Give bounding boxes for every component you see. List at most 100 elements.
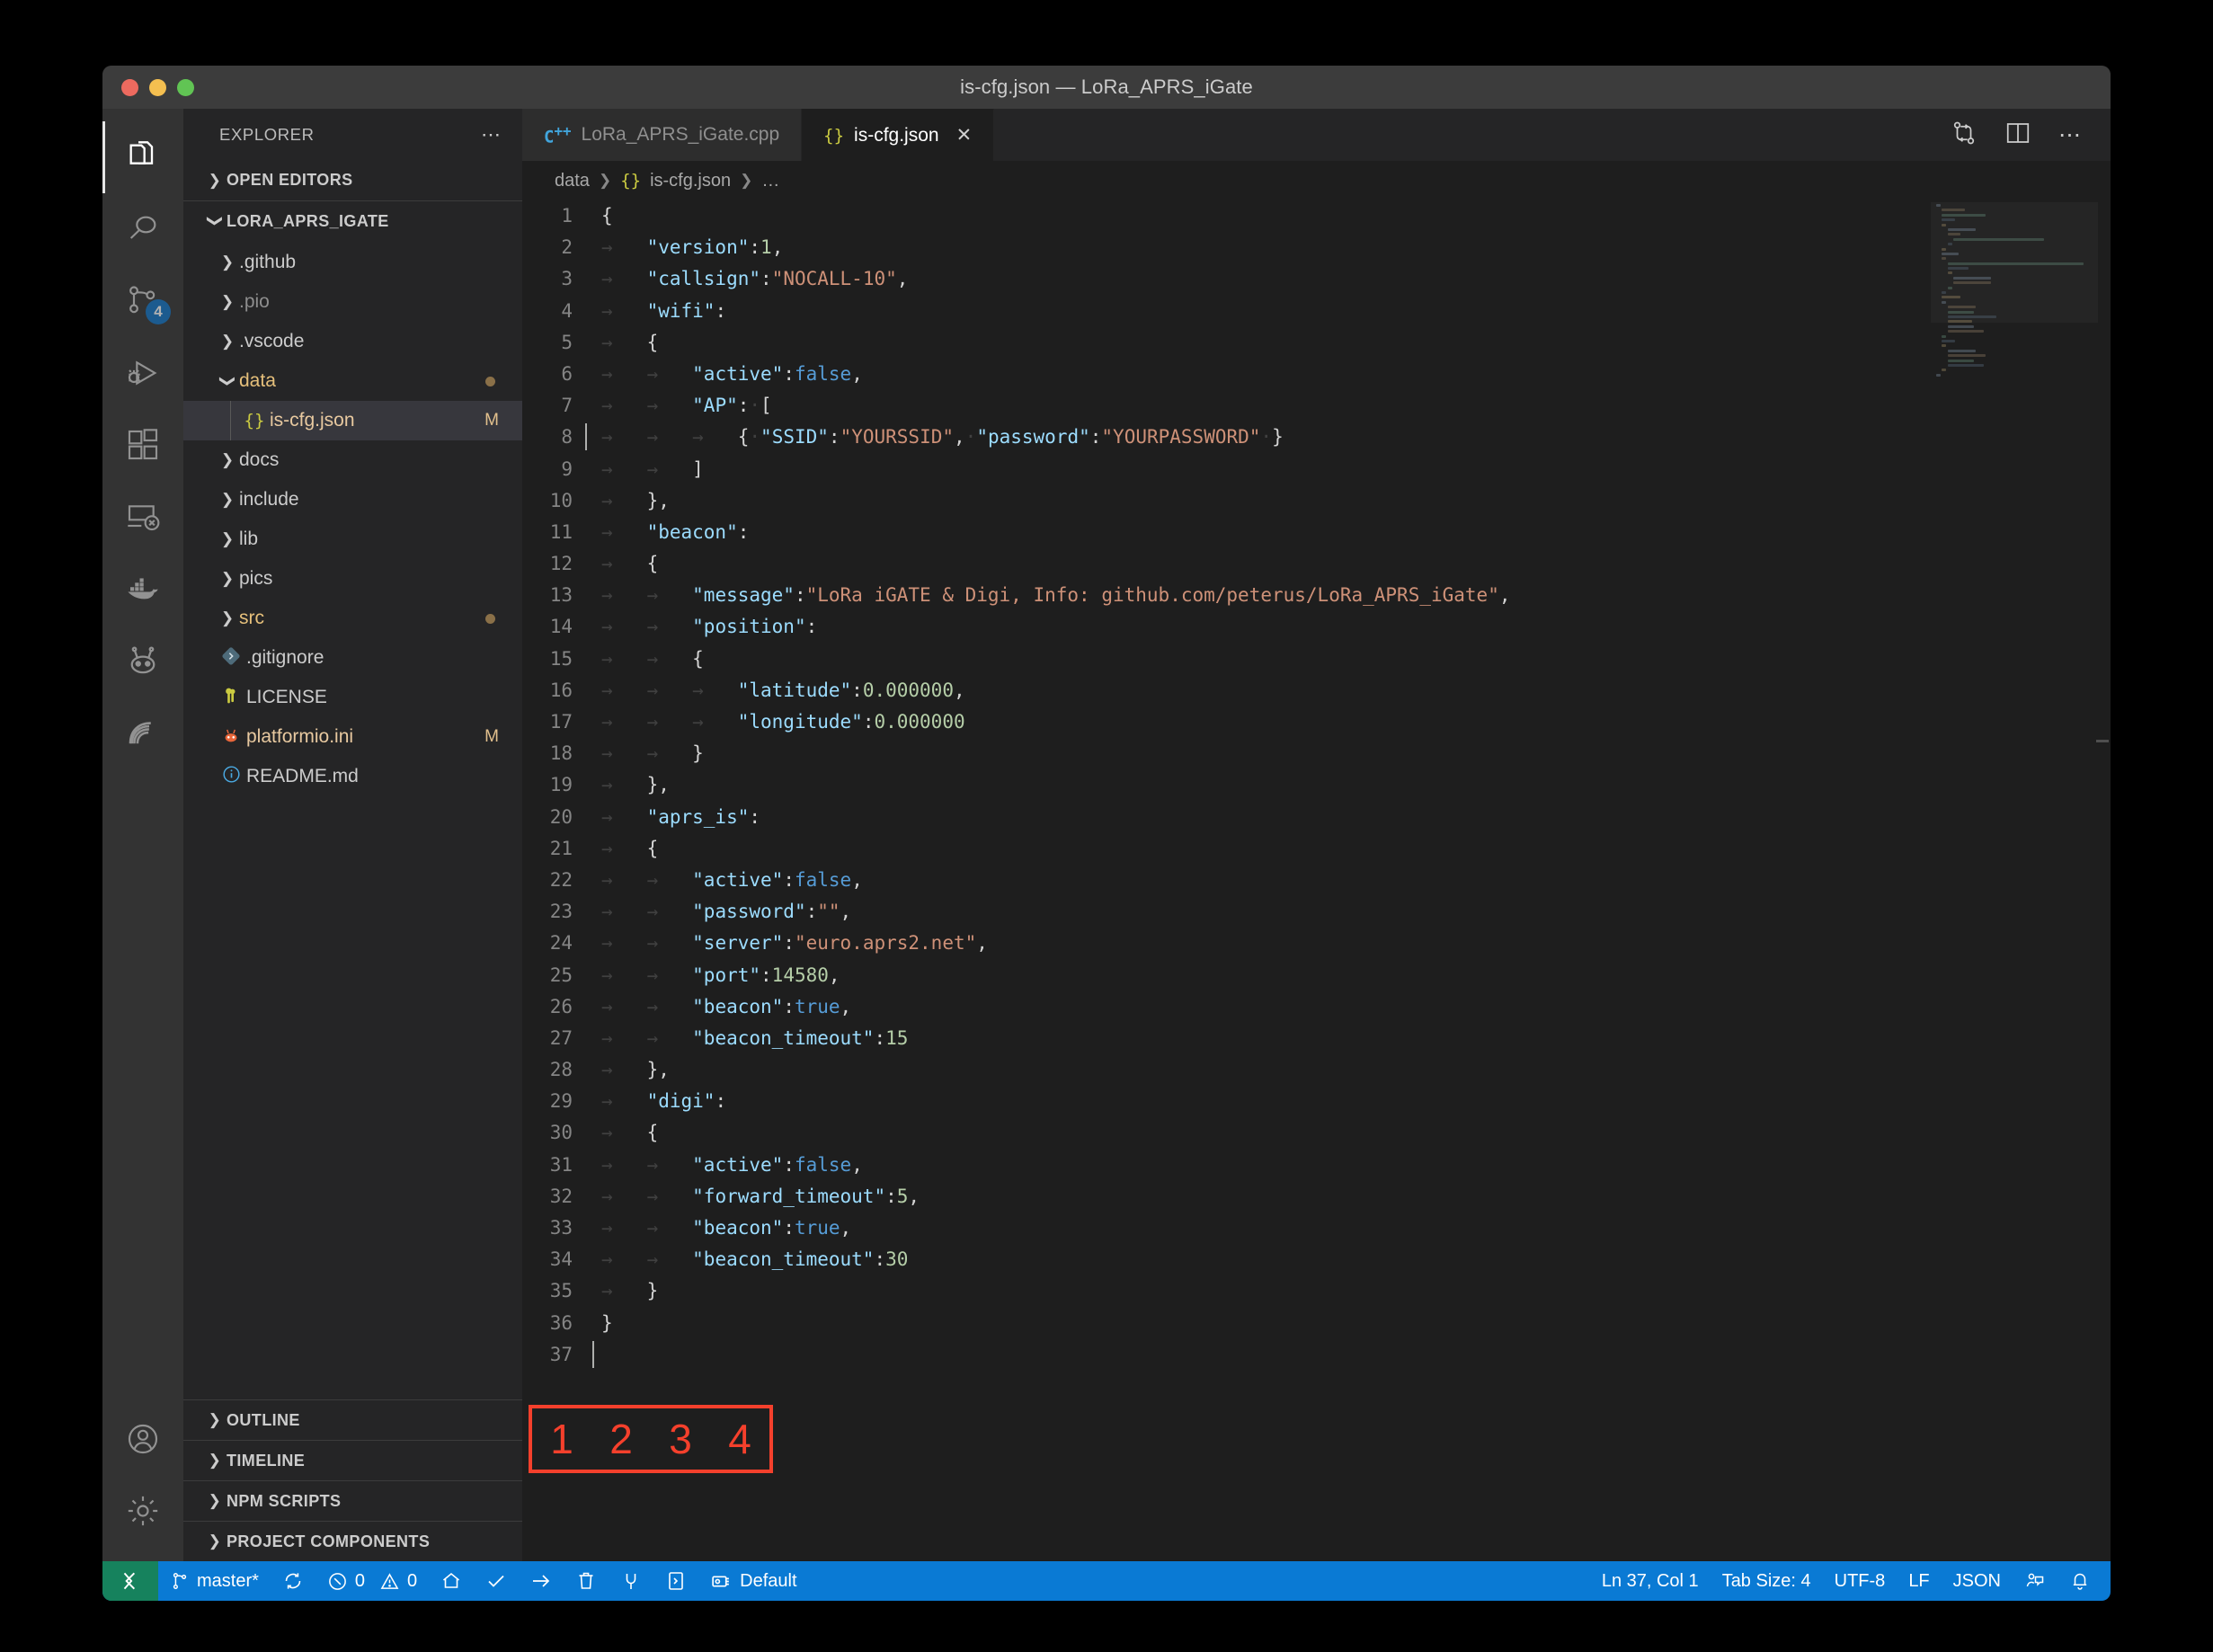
tree-item-include[interactable]: ❯ include	[183, 480, 522, 520]
editor-more-actions-icon[interactable]: ⋯	[2058, 121, 2084, 148]
code-line[interactable]: 23 → → "password":"",	[522, 896, 2111, 928]
breadcrumb-symbol[interactable]: …	[761, 171, 779, 191]
chevron-right-icon[interactable]: ❯	[216, 570, 239, 588]
code-line[interactable]: 33 → → "beacon":true,	[522, 1212, 2111, 1244]
code-line[interactable]: 31 → → "active":false,	[522, 1150, 2111, 1181]
code-line[interactable]: 35 → }	[522, 1275, 2111, 1307]
tree-item-is-cfg-json[interactable]: {} is-cfg.json M	[183, 401, 522, 440]
status-sync-icon[interactable]	[271, 1561, 316, 1601]
code-line[interactable]: 22 → → "active":false,	[522, 865, 2111, 896]
code-line[interactable]: 14 → → "position":	[522, 611, 2111, 643]
code-line[interactable]: 15 → → {	[522, 644, 2111, 675]
section-open-editors[interactable]: ❯ OPEN EDITORS	[183, 160, 522, 200]
activity-settings-gear-icon[interactable]	[102, 1475, 183, 1547]
split-editor-icon[interactable]	[2004, 120, 2031, 151]
status-pio-env[interactable]: Default	[698, 1561, 808, 1601]
code-line[interactable]: 1{	[522, 200, 2111, 232]
tab-lora-aprs-igate-cpp[interactable]: C++ LoRa_APRS_iGate.cpp	[522, 109, 803, 161]
section-outline[interactable]: ❯ OUTLINE	[183, 1399, 522, 1440]
activity-search-icon[interactable]	[102, 193, 183, 265]
code-line[interactable]: 27 → → "beacon_timeout":15	[522, 1023, 2111, 1054]
code-line[interactable]: 34 → → "beacon_timeout":30	[522, 1244, 2111, 1275]
code-editor[interactable]: 1{2 → "version":1, 3 → "callsign":"NOCALL-1…	[522, 200, 2111, 1561]
code-line[interactable]: 8 → → → {·"SSID":"YOURSSID",·"password":"…	[522, 422, 2111, 453]
activity-accounts-icon[interactable]	[102, 1403, 183, 1475]
section-project-root[interactable]: ❯ LORA_APRS_IGATE	[183, 200, 522, 241]
status-feedback-icon[interactable]	[2013, 1561, 2057, 1601]
code-line[interactable]: 26 → → "beacon":true,	[522, 991, 2111, 1023]
status-notifications-bell-icon[interactable]	[2057, 1561, 2111, 1601]
code-line[interactable]: 9 → → ]	[522, 454, 2111, 485]
status-pio-build-icon[interactable]	[474, 1561, 519, 1601]
status-serial-monitor-plug-icon[interactable]	[609, 1561, 653, 1601]
activity-serial-monitor-icon[interactable]	[102, 697, 183, 768]
code-line[interactable]: 36}	[522, 1308, 2111, 1339]
code-line[interactable]: 18 → → }	[522, 738, 2111, 769]
code-line[interactable]: 17 → → → "longitude":0.000000	[522, 706, 2111, 738]
breadcrumb-folder[interactable]: data	[555, 171, 590, 191]
chevron-right-icon[interactable]: ❯	[216, 491, 239, 509]
chevron-right-icon[interactable]: ❯	[216, 253, 239, 271]
code-line[interactable]: 16 → → → "latitude":0.000000,	[522, 675, 2111, 706]
tree-item--vscode[interactable]: ❯ .vscode	[183, 322, 522, 361]
tree-item-readme-md[interactable]: README.md	[183, 757, 522, 796]
chevron-right-icon[interactable]: ❯	[216, 530, 239, 548]
tree-item-data[interactable]: ❯ data	[183, 361, 522, 401]
activity-remote-explorer-icon[interactable]	[102, 481, 183, 553]
code-line[interactable]: 24 → → "server":"euro.aprs2.net",	[522, 928, 2111, 959]
activity-docker-icon[interactable]	[102, 553, 183, 625]
code-line[interactable]: 32 → → "forward_timeout":5,	[522, 1181, 2111, 1212]
editor-scrollbar-thumb[interactable]	[2096, 740, 2109, 742]
code-line[interactable]: 25 → → "port":14580,	[522, 960, 2111, 991]
chevron-right-icon[interactable]: ❯	[216, 609, 239, 627]
section-project-components[interactable]: ❯ PROJECT COMPONENTS	[183, 1521, 522, 1561]
tree-item-src[interactable]: ❯ src	[183, 599, 522, 638]
status-language-mode[interactable]: JSON	[1942, 1561, 2013, 1601]
code-line[interactable]: 19 → },	[522, 769, 2111, 801]
chevron-right-icon[interactable]: ❯	[216, 293, 239, 311]
chevron-right-icon[interactable]: ❯	[216, 451, 239, 469]
breadcrumb-file[interactable]: is-cfg.json	[650, 171, 731, 191]
status-pio-terminal-icon[interactable]	[653, 1561, 698, 1601]
tree-item--pio[interactable]: ❯ .pio	[183, 282, 522, 322]
tree-item-pics[interactable]: ❯ pics	[183, 559, 522, 599]
tree-item-license[interactable]: LICENSE	[183, 678, 522, 717]
code-line[interactable]: 3 → "callsign":"NOCALL-10",	[522, 263, 2111, 295]
activity-source-control-icon[interactable]: 4	[102, 265, 183, 337]
code-line[interactable]: 4 → "wifi":	[522, 296, 2111, 327]
code-line[interactable]: 11 → "beacon":	[522, 517, 2111, 548]
activity-run-debug-icon[interactable]	[102, 337, 183, 409]
code-line[interactable]: 29 → "digi":	[522, 1086, 2111, 1117]
code-line[interactable]: 20 → "aprs_is":	[522, 802, 2111, 833]
code-line[interactable]: 21 → {	[522, 833, 2111, 865]
code-line[interactable]: 7 → → "AP":·[	[522, 390, 2111, 422]
tree-item-lib[interactable]: ❯ lib	[183, 520, 522, 559]
status-pio-home-icon[interactable]	[429, 1561, 474, 1601]
code-line[interactable]: 30 → {	[522, 1117, 2111, 1149]
activity-extensions-icon[interactable]	[102, 409, 183, 481]
code-line[interactable]: 28 → },	[522, 1054, 2111, 1086]
code-line[interactable]: 5 → {	[522, 327, 2111, 359]
code-lines[interactable]: 1{2 → "version":1, 3 → "callsign":"NOCALL-1…	[522, 200, 2111, 1371]
status-cursor-position[interactable]: Ln 37, Col 1	[1590, 1561, 1711, 1601]
status-eol[interactable]: LF	[1897, 1561, 1941, 1601]
code-line[interactable]: 37	[522, 1339, 2111, 1371]
status-encoding[interactable]: UTF-8	[1823, 1561, 1897, 1601]
code-line[interactable]: 6 → → "active":false,	[522, 359, 2111, 390]
code-line[interactable]: 12 → {	[522, 548, 2111, 580]
code-line[interactable]: 2 → "version":1,	[522, 232, 2111, 263]
activity-platformio-icon[interactable]	[102, 625, 183, 697]
close-tab-icon[interactable]: ✕	[956, 124, 973, 147]
explorer-more-actions-icon[interactable]: ⋯	[481, 123, 502, 147]
status-pio-clean-icon[interactable]	[564, 1561, 609, 1601]
minimap[interactable]	[1936, 204, 2094, 377]
activity-explorer-icon[interactable]	[102, 121, 183, 193]
section-timeline[interactable]: ❯ TIMELINE	[183, 1440, 522, 1480]
remote-window-icon[interactable]	[102, 1561, 158, 1601]
status-pio-upload-icon[interactable]	[519, 1561, 564, 1601]
status-tab-size[interactable]: Tab Size: 4	[1711, 1561, 1823, 1601]
split-diff-icon[interactable]	[1951, 120, 1977, 151]
chevron-down-icon[interactable]: ❯	[218, 369, 236, 393]
code-line[interactable]: 10 → },	[522, 485, 2111, 517]
tree-item--github[interactable]: ❯ .github	[183, 243, 522, 282]
